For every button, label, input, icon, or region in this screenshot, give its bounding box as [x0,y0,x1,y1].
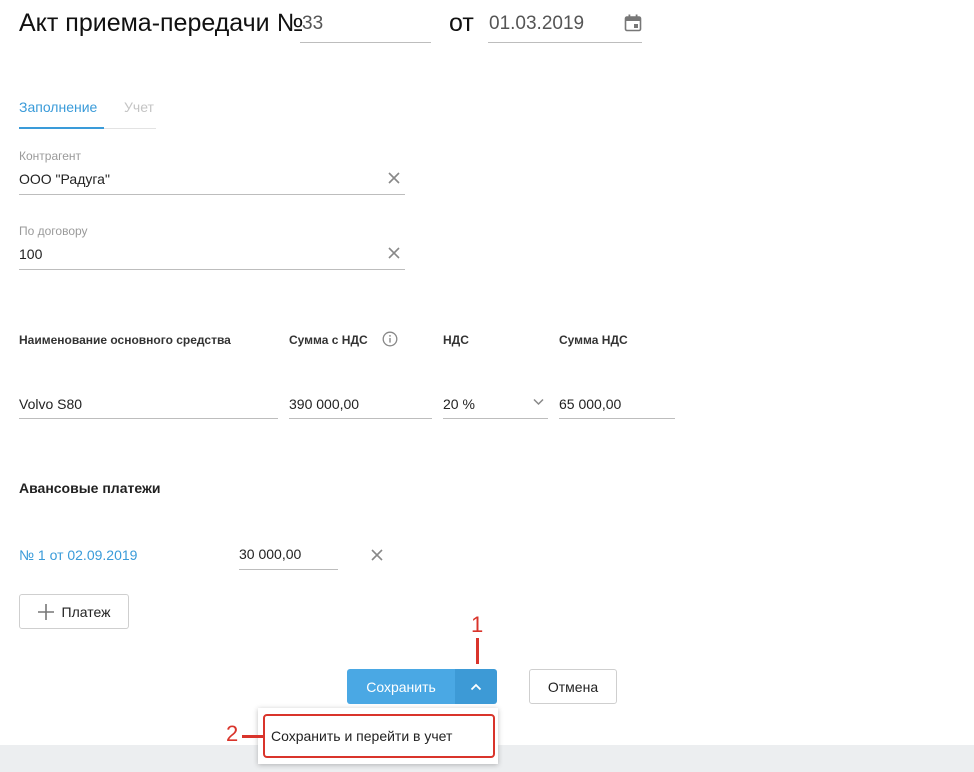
asset-name-input[interactable]: Volvo S80 [19,392,278,419]
plus-icon [37,603,54,620]
calendar-icon[interactable] [624,14,642,32]
tab-accounting-label: Учет [124,99,154,115]
page-title: Акт приема-передачи № [19,9,304,37]
tab-fill[interactable]: Заполнение [19,98,104,129]
advance-amount-input[interactable]: 30 000,00 [239,543,338,570]
annotation-line-2 [242,735,263,738]
save-options-menu: Сохранить и перейти в учет [258,708,498,764]
asset-name-value: Volvo S80 [19,396,83,412]
save-options-toggle[interactable] [455,669,497,704]
contract-field[interactable]: 100 [19,242,405,270]
save-button[interactable]: Сохранить [347,669,455,704]
chevron-down-icon[interactable] [533,398,544,406]
document-date-value: 01.03.2019 [489,13,585,34]
vat-rate-select[interactable]: 20 % [443,392,548,419]
advance-amount-value: 30 000,00 [239,546,302,562]
annotation-marker-1: 1 [471,612,484,637]
cancel-label: Отмена [547,678,599,695]
counterparty-value: ООО "Радуга" [19,171,110,187]
contract-value: 100 [19,246,43,262]
clear-contract-icon[interactable] [388,247,400,259]
counterparty-label: Контрагент [19,149,82,163]
document-number-field[interactable]: 33 [300,8,431,43]
tab-fill-label: Заполнение [19,99,98,115]
vat-sum-input[interactable]: 65 000,00 [559,392,675,419]
add-payment-button[interactable]: Платеж [19,594,129,629]
annotation-marker-2: 2 [226,721,239,746]
col-header-asset-name: Наименование основного средства [19,333,231,347]
vat-rate-value: 20 % [443,396,475,412]
cancel-button[interactable]: Отмена [529,669,617,704]
document-date-field[interactable]: 01.03.2019 [488,8,642,43]
chevron-up-icon [470,683,482,690]
sum-with-vat-input[interactable]: 390 000,00 [289,392,432,419]
advances-title: Авансовые платежи [19,480,161,496]
save-and-go-label: Сохранить и перейти в учет [271,728,453,744]
tab-bar: Заполнение Учет [19,96,156,129]
col-header-vat: НДС [443,333,469,347]
contract-label: По договору [19,224,88,238]
add-payment-label: Платеж [61,603,111,620]
counterparty-field[interactable]: ООО "Радуга" [19,167,405,195]
annotation-line-1 [476,638,479,664]
col-header-vat-sum: Сумма НДС [559,333,628,347]
save-label: Сохранить [366,678,436,695]
col-header-sum-with-vat: Сумма с НДС [289,333,368,347]
info-icon[interactable] [382,331,398,347]
document-number-value: 33 [302,13,324,34]
date-prefix: от [449,9,474,37]
clear-counterparty-icon[interactable] [388,172,400,184]
advance-payment-link[interactable]: № 1 от 02.09.2019 [19,546,137,564]
sum-with-vat-value: 390 000,00 [289,396,360,412]
tab-accounting[interactable]: Учет [124,98,154,116]
save-and-go-to-accounting-item[interactable]: Сохранить и перейти в учет [263,714,495,758]
remove-advance-icon[interactable] [371,549,383,561]
vat-sum-value: 65 000,00 [559,396,622,412]
